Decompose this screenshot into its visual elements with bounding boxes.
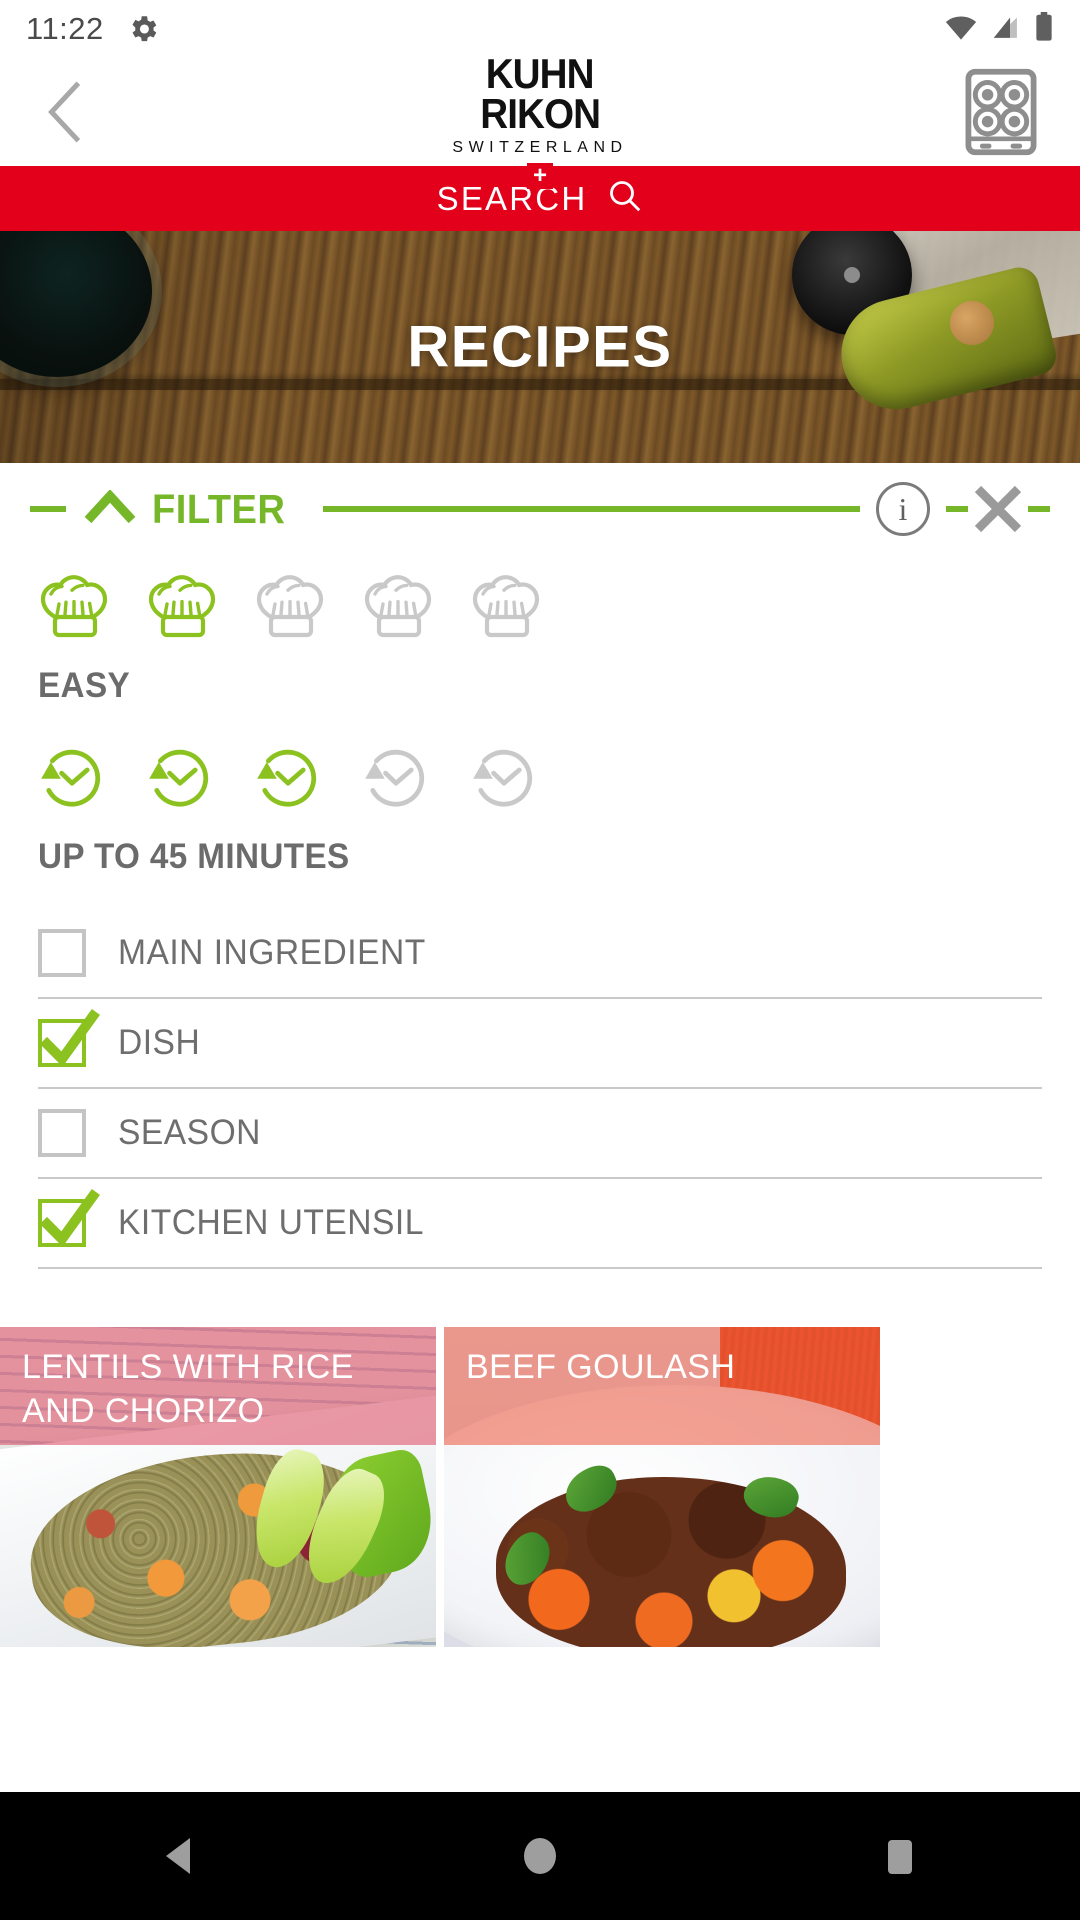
nav-home-button[interactable] <box>485 1801 595 1911</box>
battery-icon <box>1034 11 1054 47</box>
logo-line-1: KUHN <box>486 50 595 97</box>
nav-back-button[interactable] <box>125 1801 235 1911</box>
filter-row-kitchen-utensil[interactable]: KITCHEN UTENSIL <box>38 1179 1042 1269</box>
swiss-cross-glyph: + <box>532 162 547 189</box>
filter-dash-mid <box>946 506 968 512</box>
duration-label: UP TO 45 MINUTES <box>38 837 350 876</box>
recipe-card-list: LENTILS WITH RICE AND CHORIZO BEEF GOULA… <box>0 1327 1080 1647</box>
chef-hat-icon[interactable] <box>254 565 328 648</box>
logo-subtitle: SWITZERLAND <box>452 139 628 156</box>
page-title: RECIPES <box>407 314 673 380</box>
clock-arrow-icon[interactable] <box>254 742 328 819</box>
filter-dash-left <box>30 506 66 512</box>
clock-arrow-icon[interactable] <box>146 742 220 819</box>
clock-arrow-icon[interactable] <box>362 742 436 819</box>
filter-ratings: EASY UP TO 45 MINUTES <box>0 555 1080 877</box>
recipes-hero-banner: RECIPES <box>0 231 1080 463</box>
chef-hat-icon[interactable] <box>362 565 436 648</box>
filter-rule <box>323 506 860 512</box>
chevron-up-icon[interactable] <box>84 488 136 529</box>
info-icon[interactable]: i <box>876 482 930 536</box>
recipe-title: BEEF GOULASH <box>466 1348 736 1386</box>
triangle-back-icon <box>166 1838 190 1874</box>
filter-label-main-ingredient: MAIN INGREDIENT <box>118 933 426 972</box>
checkbox-season[interactable] <box>38 1109 86 1157</box>
chef-hat-icon[interactable] <box>38 565 112 648</box>
difficulty-rating[interactable] <box>38 565 1042 648</box>
clock-arrow-icon[interactable] <box>38 742 112 819</box>
filter-row-dish[interactable]: DISH <box>38 999 1042 1089</box>
checkbox-kitchen-utensil[interactable] <box>38 1189 100 1247</box>
filter-label-dish: DISH <box>118 1023 201 1062</box>
filter-label-season: SEASON <box>118 1113 261 1152</box>
filter-label[interactable]: FILTER <box>152 486 285 533</box>
recipe-card[interactable]: LENTILS WITH RICE AND CHORIZO <box>0 1327 436 1647</box>
duration-rating[interactable] <box>38 742 1042 819</box>
recipe-title: LENTILS WITH RICE AND CHORIZO <box>22 1348 354 1430</box>
gear-icon <box>126 12 160 46</box>
filter-row-main-ingredient[interactable]: MAIN INGREDIENT <box>38 909 1042 999</box>
nav-recents-button[interactable] <box>845 1801 955 1911</box>
swiss-cross-icon: + <box>527 163 553 189</box>
close-icon[interactable] <box>972 483 1024 535</box>
difficulty-label: EASY <box>38 666 131 705</box>
chef-hat-icon[interactable] <box>146 565 220 648</box>
filter-dash-right <box>1028 506 1050 512</box>
logo-line-2: RIKON <box>480 90 601 137</box>
android-nav-bar <box>0 1792 1080 1920</box>
filter-row-season[interactable]: SEASON <box>38 1089 1042 1179</box>
filter-header: FILTER i <box>0 463 1080 555</box>
wifi-icon <box>944 13 978 46</box>
square-recents-icon <box>888 1840 912 1874</box>
checkbox-main-ingredient[interactable] <box>38 929 86 977</box>
clock-arrow-icon[interactable] <box>470 742 544 819</box>
checkmark-icon <box>39 1009 100 1067</box>
filter-checkbox-list: MAIN INGREDIENT DISH SEASON KITCHEN UTEN… <box>0 877 1080 1269</box>
checkbox-dish[interactable] <box>38 1009 100 1067</box>
filter-label-kitchen-utensil: KITCHEN UTENSIL <box>118 1203 424 1242</box>
status-bar-indicators <box>944 11 1054 47</box>
info-glyph: i <box>898 490 908 527</box>
brand-logo[interactable]: KUHN RIKON SWITZERLAND + <box>0 50 1080 189</box>
signal-icon <box>991 13 1021 46</box>
status-bar-clock: 11:22 <box>26 11 104 46</box>
app-screen: 11:22 KUHN RIKON SWITZERLAND + SEARCH RE… <box>0 0 1080 1920</box>
chef-hat-icon[interactable] <box>470 565 544 648</box>
circle-home-icon <box>524 1838 556 1874</box>
app-header: KUHN RIKON SWITZERLAND + <box>0 53 1080 189</box>
checkmark-icon <box>39 1189 100 1247</box>
recipe-card[interactable]: BEEF GOULASH <box>444 1327 880 1647</box>
